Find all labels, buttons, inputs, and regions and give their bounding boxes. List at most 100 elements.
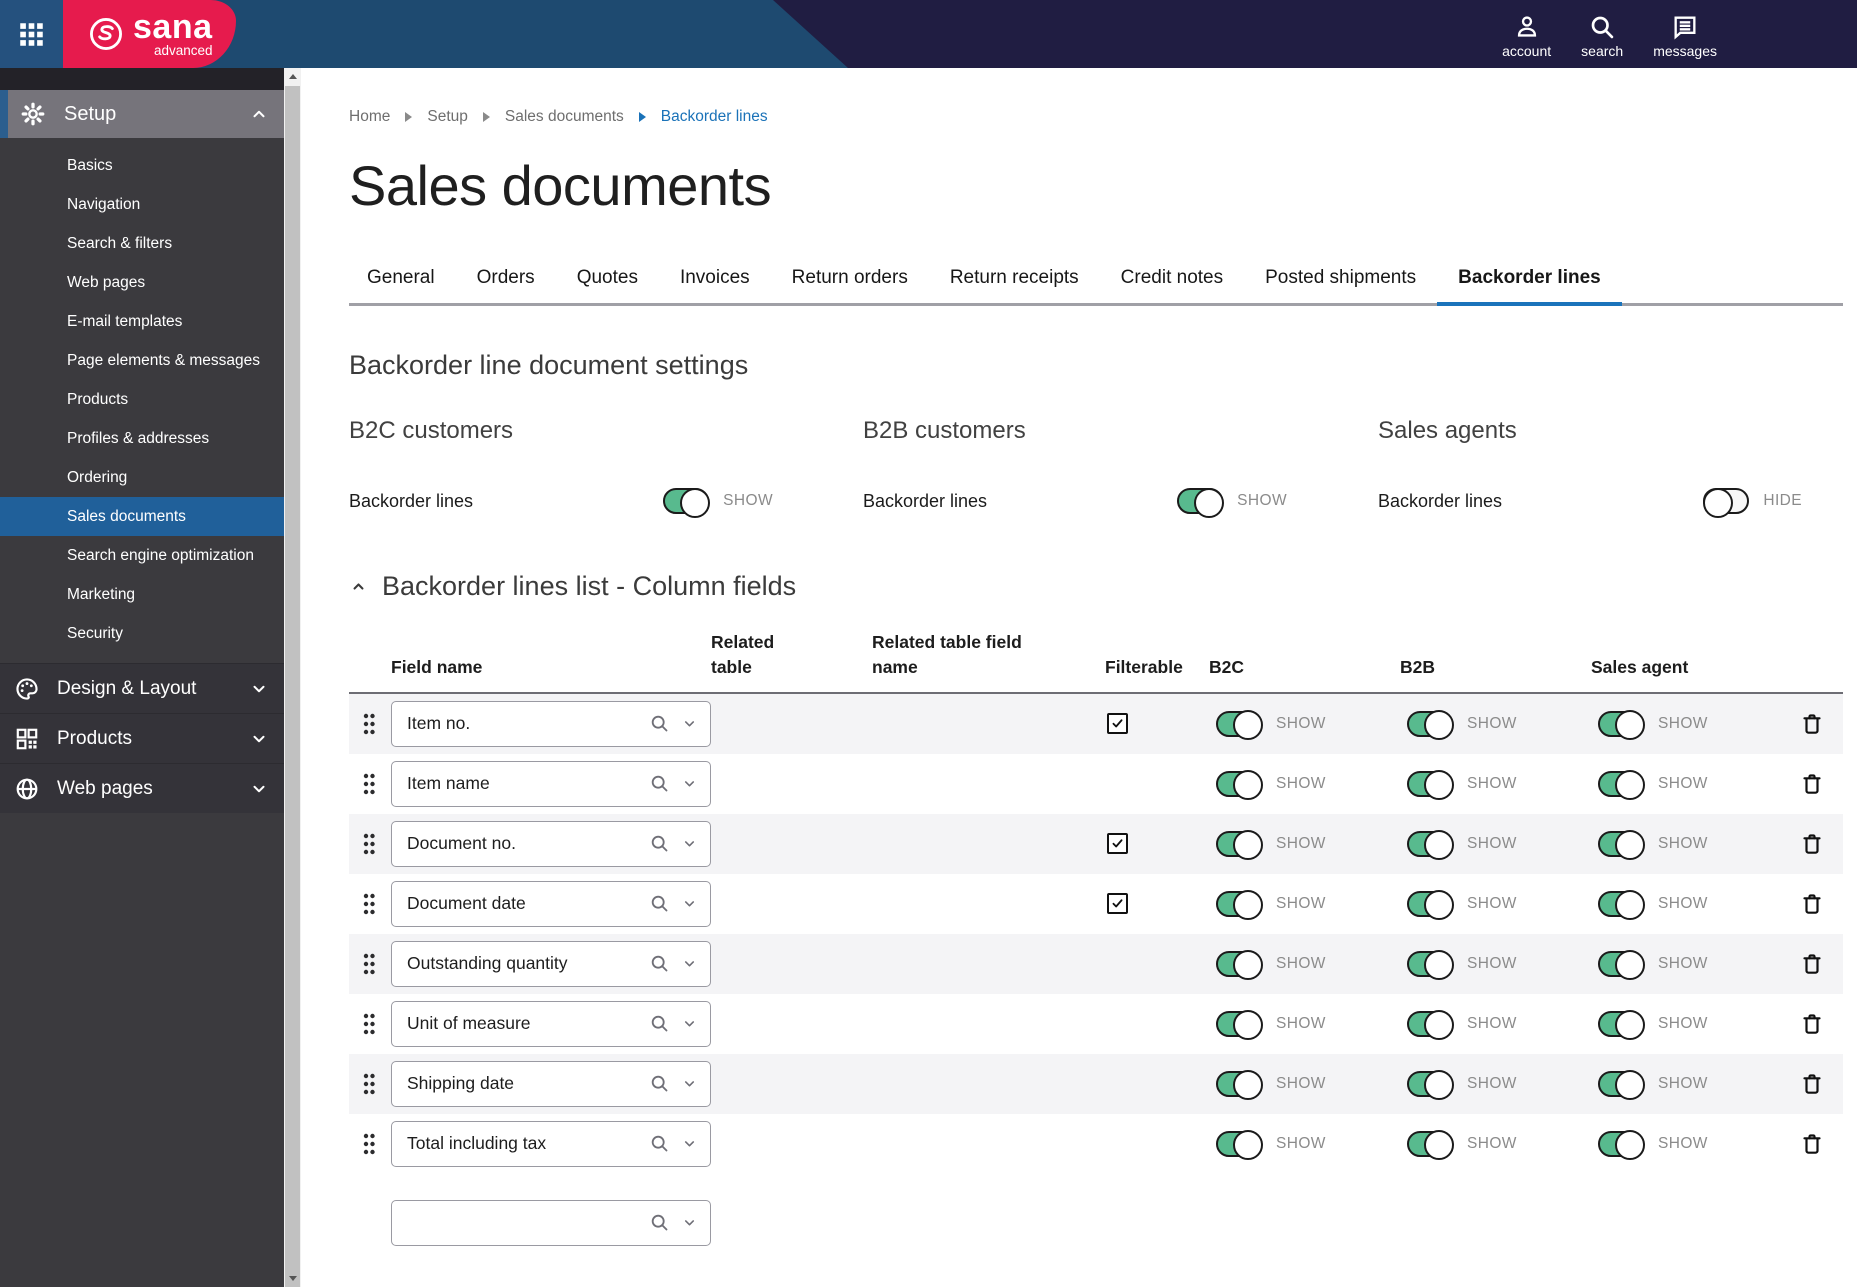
b2b-toggle[interactable] (1407, 1130, 1454, 1161)
tab-general[interactable]: General (349, 267, 456, 303)
chevron-down-icon[interactable] (682, 776, 697, 791)
chevron-down-icon[interactable] (682, 836, 697, 851)
b2b-backorder-toggle[interactable] (1177, 487, 1224, 518)
breadcrumb-home[interactable]: Home (349, 108, 390, 126)
delete-row-button[interactable] (1800, 832, 1824, 856)
tab-backorder-lines[interactable]: Backorder lines (1437, 267, 1622, 306)
drag-handle[interactable] (349, 711, 391, 737)
drag-handle[interactable] (349, 1071, 391, 1097)
vertical-scrollbar[interactable] (284, 68, 301, 1287)
chevron-down-icon[interactable] (682, 956, 697, 971)
b2c-toggle[interactable] (1216, 1130, 1263, 1161)
field-name-combobox[interactable]: Shipping date (391, 1060, 711, 1107)
search-icon[interactable] (649, 1212, 670, 1233)
sidebar-item-security[interactable]: Security (0, 614, 284, 653)
b2c-toggle[interactable] (1216, 770, 1263, 801)
sales-agent-toggle[interactable] (1598, 890, 1645, 921)
search-icon[interactable] (649, 1073, 670, 1094)
tab-credit-notes[interactable]: Credit notes (1100, 267, 1244, 303)
field-name-combobox[interactable]: Document no. (391, 820, 711, 867)
b2c-toggle[interactable] (1216, 710, 1263, 741)
scrollbar-down-button[interactable] (284, 1270, 301, 1287)
sales-agent-toggle[interactable] (1598, 1130, 1645, 1161)
drag-handle[interactable] (349, 951, 391, 977)
sidebar-item-sales-documents[interactable]: Sales documents (0, 497, 284, 536)
sidebar-section-web-pages[interactable]: Web pages (0, 763, 284, 813)
tab-posted-shipments[interactable]: Posted shipments (1244, 267, 1437, 303)
b2b-toggle[interactable] (1407, 890, 1454, 921)
breadcrumb-current[interactable]: Backorder lines (661, 108, 768, 126)
field-name-combobox[interactable]: Total including tax (391, 1120, 711, 1167)
search-icon[interactable] (649, 1133, 670, 1154)
sales-agent-backorder-toggle[interactable] (1702, 487, 1750, 518)
tab-quotes[interactable]: Quotes (556, 267, 659, 303)
sidebar-item-navigation[interactable]: Navigation (0, 185, 284, 224)
sidebar-item-web-pages[interactable]: Web pages (0, 263, 284, 302)
sidebar-section-setup[interactable]: Setup (0, 90, 284, 138)
search-icon[interactable] (649, 953, 670, 974)
b2c-backorder-toggle[interactable] (663, 487, 710, 518)
add-field-combobox[interactable] (391, 1199, 711, 1246)
delete-row-button[interactable] (1800, 1132, 1824, 1156)
column-fields-collapse-header[interactable]: Backorder lines list - Column fields (349, 571, 1843, 602)
tab-invoices[interactable]: Invoices (659, 267, 771, 303)
search-button[interactable]: search (1581, 0, 1623, 68)
delete-row-button[interactable] (1800, 772, 1824, 796)
chevron-down-icon[interactable] (682, 1136, 697, 1151)
sidebar-item-marketing[interactable]: Marketing (0, 575, 284, 614)
sales-agent-toggle[interactable] (1598, 770, 1645, 801)
chevron-down-icon[interactable] (682, 1016, 697, 1031)
filterable-checkbox[interactable] (1107, 892, 1128, 914)
drag-handle[interactable] (349, 891, 391, 917)
delete-row-button[interactable] (1800, 892, 1824, 916)
sana-logo[interactable]: sana advanced (63, 0, 236, 68)
sales-agent-toggle[interactable] (1598, 1070, 1645, 1101)
sales-agent-toggle[interactable] (1598, 950, 1645, 981)
filterable-checkbox[interactable] (1107, 832, 1128, 854)
apps-menu-button[interactable] (0, 0, 63, 68)
b2c-toggle[interactable] (1216, 950, 1263, 981)
breadcrumb-sales-documents[interactable]: Sales documents (505, 108, 624, 126)
sidebar-item-search-filters[interactable]: Search & filters (0, 224, 284, 263)
delete-row-button[interactable] (1800, 1072, 1824, 1096)
search-icon[interactable] (649, 773, 670, 794)
messages-button[interactable]: messages (1653, 0, 1717, 68)
drag-handle[interactable] (349, 831, 391, 857)
field-name-combobox[interactable]: Document date (391, 880, 711, 927)
field-name-combobox[interactable]: Item no. (391, 700, 711, 747)
delete-row-button[interactable] (1800, 952, 1824, 976)
chevron-down-icon[interactable] (682, 716, 697, 731)
b2b-toggle[interactable] (1407, 710, 1454, 741)
sidebar-item-ordering[interactable]: Ordering (0, 458, 284, 497)
b2c-toggle[interactable] (1216, 1010, 1263, 1041)
sidebar-section-products[interactable]: Products (0, 713, 284, 763)
drag-handle[interactable] (349, 771, 391, 797)
tab-return-orders[interactable]: Return orders (771, 267, 929, 303)
delete-row-button[interactable] (1800, 712, 1824, 736)
chevron-down-icon[interactable] (682, 1215, 697, 1230)
chevron-down-icon[interactable] (682, 1076, 697, 1091)
scrollbar-up-button[interactable] (284, 68, 301, 85)
search-icon[interactable] (649, 1013, 670, 1034)
filterable-checkbox[interactable] (1107, 712, 1128, 734)
chevron-down-icon[interactable] (682, 896, 697, 911)
sidebar-item-email-templates[interactable]: E-mail templates (0, 302, 284, 341)
b2b-toggle[interactable] (1407, 830, 1454, 861)
tab-return-receipts[interactable]: Return receipts (929, 267, 1100, 303)
drag-handle[interactable] (349, 1011, 391, 1037)
search-icon[interactable] (649, 893, 670, 914)
sidebar-section-design-layout[interactable]: Design & Layout (0, 663, 284, 713)
sidebar-item-page-elements[interactable]: Page elements & messages (0, 341, 284, 380)
field-name-combobox[interactable]: Outstanding quantity (391, 940, 711, 987)
b2c-toggle[interactable] (1216, 1070, 1263, 1101)
sales-agent-toggle[interactable] (1598, 710, 1645, 741)
search-icon[interactable] (649, 713, 670, 734)
field-name-combobox[interactable]: Item name (391, 760, 711, 807)
b2b-toggle[interactable] (1407, 1010, 1454, 1041)
sales-agent-toggle[interactable] (1598, 1010, 1645, 1041)
sidebar-item-profiles-addresses[interactable]: Profiles & addresses (0, 419, 284, 458)
search-icon[interactable] (649, 833, 670, 854)
sidebar-item-seo[interactable]: Search engine optimization (0, 536, 284, 575)
sidebar-item-basics[interactable]: Basics (0, 146, 284, 185)
b2c-toggle[interactable] (1216, 830, 1263, 861)
